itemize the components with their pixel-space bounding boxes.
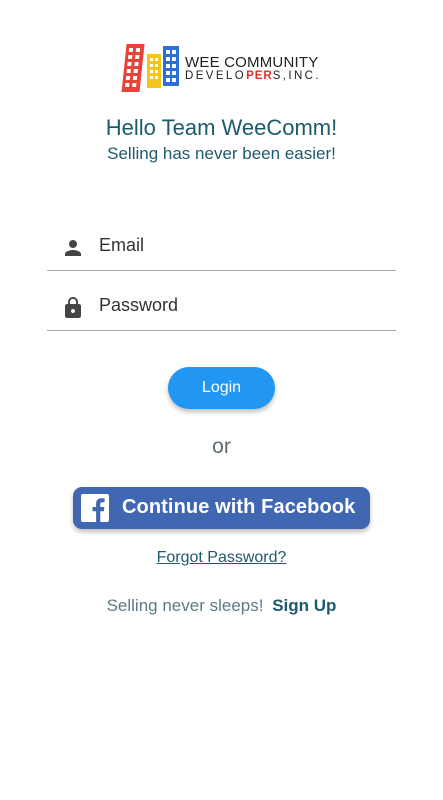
email-input[interactable]: [99, 232, 389, 258]
continue-with-facebook-button[interactable]: Continue with Facebook: [73, 487, 370, 529]
signup-link[interactable]: Sign Up: [272, 596, 336, 615]
signup-prompt: Selling never sleeps!: [106, 596, 264, 615]
buildings-logo-icon: [121, 44, 179, 92]
password-field: [47, 288, 396, 331]
facebook-button-label: Continue with Facebook: [122, 496, 356, 518]
logo-text-line2: DEVELOPERS,INC.: [185, 70, 321, 82]
forgot-password-link[interactable]: Forgot Password?: [0, 549, 443, 567]
facebook-icon: [81, 494, 109, 522]
signup-row: Selling never sleeps! Sign Up: [0, 596, 443, 616]
logo-text-part-c: S,INC.: [272, 70, 321, 82]
lock-icon: [65, 297, 81, 318]
person-icon: [65, 240, 81, 256]
logo-text-part-a: DEVELO: [185, 70, 247, 82]
password-input[interactable]: [99, 292, 389, 318]
login-button[interactable]: Login: [168, 367, 275, 409]
logo-text-part-b: PER: [246, 70, 273, 82]
greeting-title: Hello Team WeeComm!: [105, 115, 338, 140]
logo-text-line1: WEE COMMUNITY: [185, 54, 319, 71]
company-logo: WEE COMMUNITY DEVELOPERS,INC.: [119, 40, 329, 94]
email-field: [47, 228, 396, 271]
greeting-subtitle: Selling has never been easier!: [107, 144, 336, 163]
or-divider-text: or: [212, 435, 231, 458]
